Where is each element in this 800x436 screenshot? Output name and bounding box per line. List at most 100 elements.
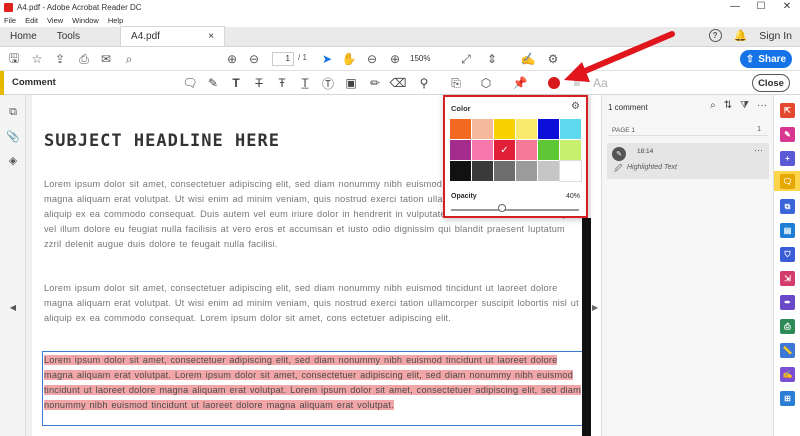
menu-edit[interactable]: Edit: [25, 16, 38, 25]
opacity-slider-track[interactable]: [451, 209, 579, 211]
save-icon[interactable]: 🖫: [6, 51, 22, 67]
attachments-icon[interactable]: 📎: [6, 129, 20, 143]
export-pdf-icon[interactable]: ⇱: [780, 103, 795, 118]
fit-page-icon[interactable]: ⤢: [458, 51, 474, 67]
search-comments-icon[interactable]: ⌕: [710, 100, 716, 111]
help-icon[interactable]: ?: [708, 29, 722, 42]
add-text-comment-icon[interactable]: Ⓣ: [320, 75, 336, 91]
attach-file-icon[interactable]: ⎘: [448, 75, 464, 91]
highlighted-text[interactable]: Lorem ipsum dolor sit amet, consectetuer…: [44, 355, 581, 410]
tab-document[interactable]: A4.pdf ×: [120, 26, 226, 46]
text-underline-icon[interactable]: T: [228, 75, 244, 91]
opacity-slider-thumb[interactable]: [498, 204, 507, 212]
gear-icon[interactable]: ⚙: [571, 101, 580, 112]
menu-help[interactable]: Help: [108, 16, 123, 25]
tab-close-icon[interactable]: ×: [208, 31, 214, 42]
page-thumbnails-icon[interactable]: ⧉: [6, 105, 20, 119]
color-swatch-selected[interactable]: ✓: [494, 140, 515, 160]
upload-cloud-icon[interactable]: ⇪: [52, 51, 68, 67]
color-swatch[interactable]: [472, 119, 493, 139]
sticky-note-icon[interactable]: 🗨: [182, 75, 198, 91]
color-swatch[interactable]: [494, 161, 515, 181]
page-up-icon[interactable]: ⊕: [224, 51, 240, 67]
document-paragraph-3-highlighted[interactable]: Lorem ipsum dolor sit amet, consectetuer…: [44, 353, 584, 413]
notification-bell-icon[interactable]: 🔔: [734, 29, 748, 42]
pin-icon[interactable]: 📌: [512, 75, 528, 91]
hand-tool-icon[interactable]: ✋: [341, 51, 357, 67]
close-comment-button[interactable]: Close: [752, 74, 790, 92]
bookmark-star-icon[interactable]: ☆: [29, 51, 45, 67]
print-icon[interactable]: ⎙: [76, 51, 92, 67]
create-pdf-icon[interactable]: +: [780, 151, 795, 166]
comment-more-button[interactable]: ···: [754, 145, 763, 155]
scroll-mode-icon[interactable]: ⇕: [484, 51, 500, 67]
edit-pdf-icon[interactable]: ✎: [780, 127, 795, 142]
color-swatch[interactable]: [450, 161, 471, 181]
color-swatch[interactable]: [538, 119, 559, 139]
protect-icon[interactable]: ⛉: [780, 247, 795, 262]
color-swatch[interactable]: [494, 119, 515, 139]
select-cursor-icon[interactable]: ➤: [319, 51, 335, 67]
layers-icon[interactable]: ◈: [6, 153, 20, 167]
comment-card[interactable]: ✎ 18:14 ··· 🖉 Highlighted Text: [607, 143, 769, 179]
comment-tool-icon[interactable]: 🗨: [780, 174, 795, 189]
email-icon[interactable]: ✉: [98, 51, 114, 67]
text-box-icon[interactable]: ▣: [343, 75, 359, 91]
color-swatch[interactable]: [538, 161, 559, 181]
combine-files-icon[interactable]: ⧉: [780, 199, 795, 214]
compress-pdf-icon[interactable]: ⇲: [780, 271, 795, 286]
zoom-in-icon[interactable]: ⊕: [387, 51, 403, 67]
fill-sign-icon[interactable]: ✍: [520, 51, 536, 67]
zoom-out-icon[interactable]: ⊖: [364, 51, 380, 67]
zoom-level-select[interactable]: 150%: [410, 52, 440, 66]
send-for-signature-icon[interactable]: ✍: [780, 367, 795, 382]
menu-view[interactable]: View: [47, 16, 63, 25]
color-swatch[interactable]: [516, 119, 537, 139]
menu-window[interactable]: Window: [72, 16, 99, 25]
comments-page-count[interactable]: 1: [757, 126, 761, 133]
color-swatch[interactable]: [560, 119, 581, 139]
strikethrough-icon[interactable]: T: [251, 75, 267, 91]
highlight-text-icon[interactable]: ✎: [205, 75, 221, 91]
stamp-tool-icon[interactable]: ⚲: [416, 75, 432, 91]
line-weight-icon[interactable]: ≡: [569, 75, 585, 91]
page-number-input[interactable]: 1: [272, 52, 294, 66]
more-options-icon[interactable]: ···: [757, 100, 767, 111]
tab-home[interactable]: Home: [0, 26, 47, 46]
color-swatch[interactable]: [559, 160, 582, 182]
color-swatch[interactable]: [560, 140, 581, 160]
organize-pages-icon[interactable]: ▤: [780, 223, 795, 238]
color-swatch[interactable]: [472, 161, 493, 181]
tab-tools[interactable]: Tools: [47, 26, 90, 46]
menu-file[interactable]: File: [4, 16, 16, 25]
page-down-icon[interactable]: ⊖: [246, 51, 262, 67]
eraser-icon[interactable]: ⌫: [390, 75, 407, 91]
measure-icon[interactable]: 📏: [780, 343, 795, 358]
maximize-button[interactable]: ☐: [748, 0, 774, 14]
document-paragraph-2[interactable]: Lorem ipsum dolor sit amet, consectetuer…: [44, 281, 584, 326]
color-swatch[interactable]: [450, 119, 471, 139]
color-swatch[interactable]: [472, 140, 493, 160]
color-swatch[interactable]: [450, 140, 471, 160]
insert-text-icon[interactable]: T̲: [297, 75, 313, 91]
pencil-draw-icon[interactable]: ✏: [367, 75, 383, 91]
share-button[interactable]: ⇧ Share: [740, 50, 792, 68]
color-picker-button[interactable]: [548, 77, 560, 89]
scan-ocr-icon[interactable]: ⎙: [780, 319, 795, 334]
replace-text-icon[interactable]: Ŧ: [274, 75, 290, 91]
collapse-left-panel-icon[interactable]: ◀: [6, 300, 20, 314]
sort-comments-icon[interactable]: ⇅: [724, 100, 732, 111]
color-swatch[interactable]: [516, 140, 537, 160]
color-swatch[interactable]: [516, 161, 537, 181]
font-settings-button[interactable]: Aa: [593, 76, 608, 90]
color-swatch[interactable]: [538, 140, 559, 160]
more-tools-icon[interactable]: ⊞: [780, 391, 795, 406]
filter-comments-icon[interactable]: ⧩: [740, 100, 749, 111]
stamp-icon[interactable]: ⚙: [545, 51, 561, 67]
shapes-icon[interactable]: ⬡: [478, 75, 494, 91]
sign-in-link[interactable]: Sign In: [759, 30, 792, 42]
fill-and-sign-icon[interactable]: ✒: [780, 295, 795, 310]
search-icon[interactable]: ⌕: [121, 51, 137, 67]
minimize-button[interactable]: —: [722, 0, 748, 14]
collapse-right-panel-icon[interactable]: ▶: [592, 303, 598, 312]
